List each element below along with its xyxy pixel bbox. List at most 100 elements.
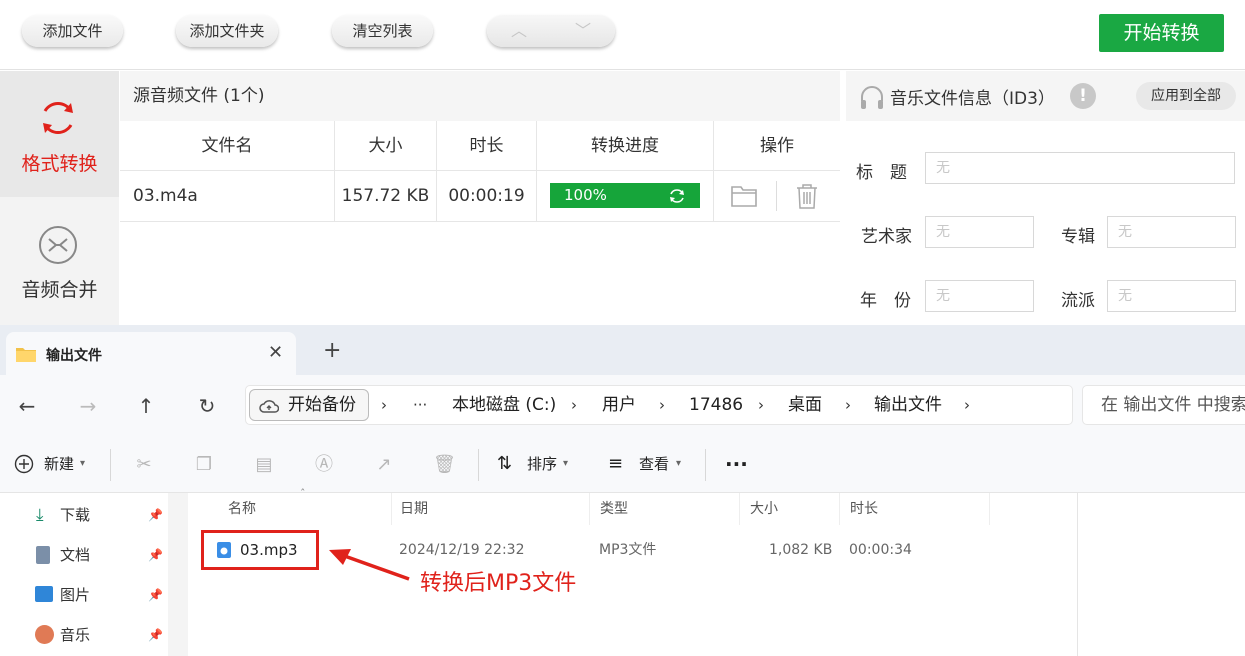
column-header-name[interactable]: 名称: [218, 493, 392, 525]
backup-button[interactable]: 开始备份: [249, 389, 369, 421]
refresh-icon: [43, 101, 73, 135]
more-icon[interactable]: ···: [413, 386, 427, 424]
plus-circle-icon: [14, 454, 34, 474]
nav-item-music[interactable]: 音乐 📌: [32, 617, 172, 653]
annotation-label: 转换后MP3文件: [420, 571, 577, 596]
move-buttons: ︿ ﹀: [487, 15, 615, 47]
pin-icon[interactable]: 📌: [148, 497, 163, 533]
chevron-right-icon: ›: [571, 396, 577, 414]
cut-icon[interactable]: ✂: [133, 454, 155, 476]
sidebar: 格式转换 音频合并: [0, 71, 119, 325]
file-size: 1,082 KB: [769, 542, 833, 558]
divider: [110, 449, 111, 481]
share-icon[interactable]: ↗: [373, 454, 395, 476]
sidebar-item-audio-merge[interactable]: 音频合并: [0, 197, 119, 323]
column-header-date[interactable]: 日期: [390, 493, 590, 525]
breadcrumb-17486[interactable]: 17486: [689, 386, 743, 424]
title-field[interactable]: 无: [925, 152, 1235, 184]
genre-field[interactable]: 无: [1107, 280, 1236, 312]
rename-icon[interactable]: Ⓐ: [313, 454, 335, 476]
add-file-button[interactable]: 添加文件: [22, 15, 123, 47]
year-field[interactable]: 无: [925, 280, 1034, 312]
picture-icon: [35, 586, 53, 602]
breadcrumb-users[interactable]: 用户: [602, 386, 636, 424]
new-button[interactable]: 新建 ▾: [14, 435, 94, 493]
tab-bar: 输出文件 ✕ +: [0, 325, 1245, 375]
navigation-bar: ← → ↑ ↻ 开始备份 › ··· 本地磁盘 (C:) › 用户 › 1748…: [0, 375, 1245, 435]
more-options-icon[interactable]: ···: [725, 435, 748, 493]
folder-icon: [16, 348, 36, 362]
nav-item-label: 音乐: [60, 626, 91, 644]
up-icon[interactable]: ↑: [133, 393, 159, 419]
details-pane: [1077, 493, 1245, 656]
sort-button[interactable]: ⇅ 排序 ▾: [497, 435, 577, 493]
chevron-right-icon: ›: [964, 396, 970, 414]
clear-list-button[interactable]: 清空列表: [332, 15, 433, 47]
column-header-size: 大小: [335, 121, 437, 171]
tab-title: 输出文件: [46, 348, 102, 364]
column-header-progress: 转换进度: [537, 121, 714, 171]
column-header-type[interactable]: 类型: [590, 493, 740, 525]
navigation-scrollbar[interactable]: [168, 493, 188, 656]
sidebar-item-label: 格式转换: [21, 153, 98, 175]
breadcrumb-local-disk[interactable]: 本地磁盘 (C:): [452, 386, 556, 424]
paste-icon[interactable]: ▤: [253, 454, 275, 476]
search-input[interactable]: 在 输出文件 中搜索: [1082, 385, 1245, 425]
music-icon: [35, 625, 54, 644]
breadcrumb-output-folder[interactable]: 输出文件: [874, 386, 942, 424]
new-tab-icon[interactable]: +: [323, 340, 341, 362]
start-convert-button[interactable]: 开始转换: [1099, 14, 1224, 52]
view-button[interactable]: ≡ 查看 ▾: [608, 435, 688, 493]
move-down-icon[interactable]: ﹀: [563, 19, 603, 43]
delete-icon[interactable]: [794, 182, 820, 210]
year-label: 年 份: [860, 291, 911, 311]
nav-item-pictures[interactable]: 图片 📌: [32, 577, 172, 613]
title-label: 标 题: [856, 163, 907, 183]
nav-item-label: 图片: [60, 586, 91, 604]
pin-icon[interactable]: 📌: [148, 617, 163, 653]
file-explorer-window: 输出文件 ✕ + ← → ↑ ↻ 开始备份 › ··· 本地磁盘 (C:) › …: [0, 325, 1245, 656]
breadcrumb-desktop[interactable]: 桌面: [788, 386, 822, 424]
info-header: 音乐文件信息（ID3） ! 应用到全部: [846, 71, 1245, 121]
artist-field[interactable]: 无: [925, 216, 1034, 248]
column-header-duration[interactable]: 时长: [840, 493, 990, 525]
address-bar[interactable]: 开始备份 › ··· 本地磁盘 (C:) › 用户 › 17486 › 桌面 ›…: [245, 385, 1073, 425]
new-label: 新建: [44, 455, 75, 473]
move-up-icon[interactable]: ︿: [499, 19, 539, 43]
chevron-right-icon: ›: [758, 396, 764, 414]
column-header-duration: 时长: [437, 121, 537, 171]
command-bar: 新建 ▾ ✂ ❐ ▤ Ⓐ ↗ 🗑 ⇅ 排序 ▾ ≡ 查看 ▾ ···: [0, 435, 1245, 493]
warning-icon[interactable]: !: [1070, 83, 1096, 109]
apply-all-button[interactable]: 应用到全部: [1136, 82, 1236, 110]
sort-label: 排序: [527, 455, 558, 473]
add-folder-button[interactable]: 添加文件夹: [176, 15, 278, 47]
chevron-down-icon: ▾: [80, 458, 86, 469]
forward-icon[interactable]: →: [75, 393, 101, 419]
delete-icon[interactable]: 🗑: [433, 454, 456, 476]
toolbar: 添加文件 添加文件夹 清空列表 ︿ ﹀ 开始转换: [0, 0, 1245, 70]
genre-label: 流派: [1061, 291, 1095, 311]
progress-value: 100%: [564, 186, 607, 204]
close-tab-icon[interactable]: ✕: [268, 342, 283, 363]
pin-icon[interactable]: 📌: [148, 537, 163, 573]
navigation-pane: ⤓ 下载 📌 文档 📌 图片 📌 音乐 📌: [0, 493, 188, 656]
reconvert-icon[interactable]: [668, 187, 686, 205]
file-duration: 00:00:34: [849, 542, 912, 558]
nav-item-documents[interactable]: 文档 📌: [32, 537, 172, 573]
sidebar-item-format-convert[interactable]: 格式转换: [0, 71, 119, 197]
chevron-down-icon: ▾: [563, 458, 569, 469]
cloud-icon: [259, 400, 279, 413]
nav-item-downloads[interactable]: ⤓ 下载 📌: [32, 497, 172, 533]
document-icon: [36, 546, 50, 564]
open-folder-icon[interactable]: [730, 183, 758, 209]
refresh-icon[interactable]: ↻: [194, 393, 220, 419]
copy-icon[interactable]: ❐: [193, 454, 215, 476]
divider: [478, 449, 479, 481]
view-icon: ≡: [608, 453, 624, 474]
album-field[interactable]: 无: [1107, 216, 1236, 248]
column-header-actions: 操作: [714, 121, 840, 171]
column-header-size[interactable]: 大小: [740, 493, 840, 525]
back-icon[interactable]: ←: [14, 393, 40, 419]
pin-icon[interactable]: 📌: [148, 577, 163, 613]
tab-output-folder[interactable]: 输出文件 ✕: [6, 332, 296, 375]
